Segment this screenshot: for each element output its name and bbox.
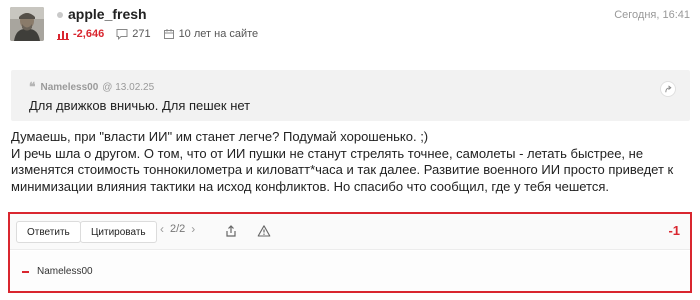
share-icon[interactable] (224, 224, 238, 238)
quote-button[interactable]: Цитировать (80, 221, 157, 243)
comment-toolbar: Ответить Цитировать ‹ 2/2 › -1 (10, 214, 690, 250)
voter-list: Nameless00 (10, 251, 690, 291)
reply-button[interactable]: Ответить (16, 221, 81, 243)
warning-icon[interactable] (257, 224, 271, 238)
comment-bubble-icon (116, 28, 128, 40)
voter-item[interactable]: Nameless00 (22, 266, 93, 277)
comments-count-value: 271 (132, 28, 151, 40)
rating-value: -2,646 (73, 28, 105, 40)
tenure-value: 10 лет на сайте (178, 28, 259, 40)
quote-date: @ 13.02.25 (102, 81, 155, 93)
comment-paragraph: И речь шла о другом. О том, что от ИИ пу… (11, 145, 674, 194)
online-status-indicator (57, 12, 63, 18)
avatar[interactable] (10, 7, 44, 41)
comment-timestamp: Сегодня, 16:41 (614, 9, 690, 21)
author-username[interactable]: apple_fresh (68, 6, 147, 22)
comment-paragraph: Думаешь, при "власти ИИ" им станет легче… (11, 129, 429, 144)
calendar-icon (163, 28, 175, 40)
author-rating: -2,646 (57, 28, 104, 40)
chevron-right-icon[interactable]: › (191, 222, 195, 236)
thread-pager: ‹ 2/2 › (160, 222, 195, 236)
author-comments-count: 271 (116, 28, 151, 40)
quote-text: Для движков вничью. Для пешек нет (29, 98, 251, 113)
chevron-left-icon[interactable]: ‹ (160, 222, 164, 236)
author-tenure: 10 лет на сайте (163, 28, 259, 40)
jump-to-quote-icon[interactable] (660, 81, 676, 97)
comment-body: Думаешь, при "власти ИИ" им станет легче… (11, 129, 694, 195)
quoted-comment: ❝ Nameless00 @ 13.02.25 Для движков внич… (11, 70, 690, 121)
page-indicator: 2/2 (170, 223, 186, 235)
comment-score[interactable]: -1 (668, 223, 680, 238)
quote-mark-icon: ❝ (29, 80, 36, 94)
voter-name[interactable]: Nameless00 (37, 266, 93, 277)
quote-author[interactable]: Nameless00 (40, 82, 98, 93)
author-stats: -2,646 271 10 лет на сайте (57, 28, 270, 40)
downvote-icon (22, 270, 29, 273)
quote-header: ❝ Nameless00 @ 13.02.25 (29, 80, 154, 94)
rating-chart-icon (57, 28, 69, 40)
comment-actions-panel: Ответить Цитировать ‹ 2/2 › -1 Nameless0… (8, 212, 692, 293)
